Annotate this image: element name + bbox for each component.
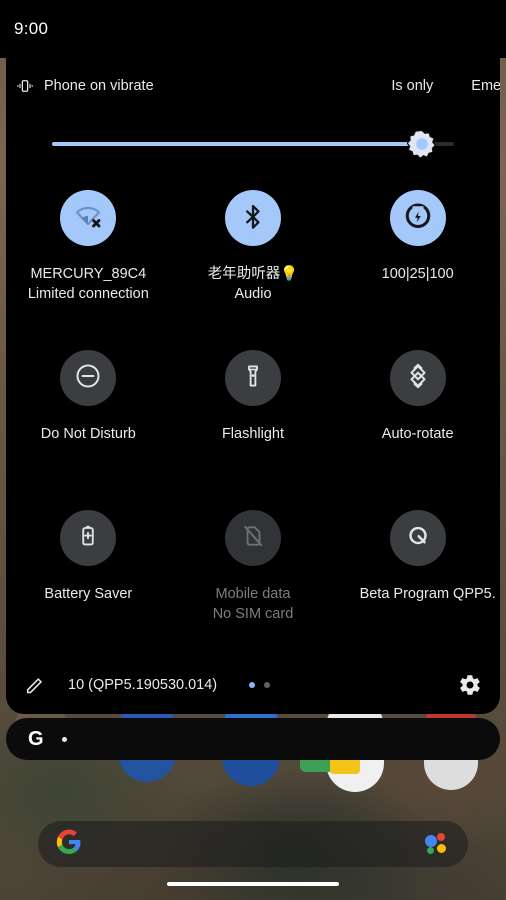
brightness-row bbox=[6, 114, 500, 174]
tile-beta-program-circle bbox=[389, 510, 446, 566]
search-pill[interactable]: G bbox=[6, 718, 500, 760]
vibrate-icon bbox=[16, 77, 34, 95]
assistant-dot-blue bbox=[425, 835, 437, 847]
tile-do-not-disturb-circle bbox=[60, 350, 117, 406]
tile-wifi[interactable]: MERCURY_89C4 Limited connection bbox=[6, 184, 171, 344]
assistant-dot-green bbox=[427, 847, 434, 854]
tile-flashlight-circle bbox=[224, 350, 281, 406]
ringer-status[interactable]: Phone on vibrate bbox=[16, 77, 154, 95]
build-version-label: 10 (QPP5.190530.014) bbox=[68, 677, 218, 693]
gear-icon[interactable] bbox=[458, 673, 482, 697]
search-caret-dot bbox=[61, 736, 67, 742]
beta-q-icon bbox=[404, 522, 432, 555]
status-bar: 9:00 bbox=[0, 0, 506, 58]
tile-beta-program[interactable]: Beta Program QPP5. bbox=[335, 504, 500, 664]
carrier-label-1: Is only bbox=[391, 78, 434, 94]
sim-card-off-icon bbox=[240, 523, 266, 554]
tile-battery-saver[interactable]: Battery Saver bbox=[6, 504, 171, 664]
tile-mobile-data-circle bbox=[224, 510, 281, 566]
tile-beta-program-label: Beta Program QPP5. bbox=[359, 586, 496, 602]
bluetooth-icon bbox=[240, 203, 266, 234]
tile-bluetooth[interactable]: 老年助听器💡 Audio bbox=[171, 184, 336, 344]
ringer-status-label: Phone on vibrate bbox=[44, 78, 154, 94]
page-dot-1[interactable] bbox=[249, 682, 256, 688]
page-indicator bbox=[249, 682, 271, 688]
quick-settings-header: Phone on vibrate Is only Emerg bbox=[6, 58, 500, 114]
tile-bluetooth-sublabel: Audio bbox=[234, 286, 272, 302]
google-search-widget[interactable] bbox=[38, 821, 468, 867]
tile-wifi-label: MERCURY_89C4 bbox=[30, 266, 147, 282]
brightness-sun-icon[interactable] bbox=[406, 129, 437, 160]
tile-do-not-disturb[interactable]: Do Not Disturb bbox=[6, 344, 171, 504]
quick-settings-tile-grid: MERCURY_89C4 Limited connection 老年助听器💡 A… bbox=[6, 174, 500, 664]
battery-share-icon bbox=[403, 201, 433, 236]
wifi-off-icon bbox=[73, 201, 103, 236]
tile-mobile-data-label: Mobile data bbox=[215, 586, 291, 602]
google-g-color-icon bbox=[56, 829, 82, 860]
tile-battery-share-label: 100|25|100 bbox=[381, 266, 454, 282]
quick-settings-panel: Phone on vibrate Is only Emerg bbox=[6, 58, 500, 714]
tile-auto-rotate-circle bbox=[389, 350, 446, 406]
google-g-monochrome-icon: G bbox=[28, 728, 44, 750]
quick-settings-footer: 10 (QPP5.190530.014) bbox=[6, 656, 500, 714]
brightness-slider-fill bbox=[52, 142, 422, 146]
tile-battery-share[interactable]: 100|25|100 bbox=[335, 184, 500, 344]
page-dot-2[interactable] bbox=[264, 682, 271, 688]
tile-flashlight-label: Flashlight bbox=[221, 426, 285, 442]
tile-mobile-data-sublabel: No SIM card bbox=[212, 606, 294, 622]
brightness-slider[interactable] bbox=[52, 129, 454, 160]
tile-battery-saver-label: Battery Saver bbox=[44, 586, 133, 602]
tile-bluetooth-label: 老年助听器💡 bbox=[207, 266, 299, 282]
tile-wifi-circle bbox=[60, 190, 117, 246]
tile-wifi-sublabel: Limited connection bbox=[27, 286, 149, 302]
tile-battery-share-circle bbox=[389, 190, 446, 246]
do-not-disturb-icon bbox=[74, 362, 102, 395]
tile-bluetooth-circle bbox=[224, 190, 281, 246]
flashlight-icon bbox=[240, 363, 266, 394]
tile-do-not-disturb-label: Do Not Disturb bbox=[40, 426, 136, 442]
tile-flashlight[interactable]: Flashlight bbox=[171, 344, 336, 504]
tile-mobile-data[interactable]: Mobile data No SIM card bbox=[171, 504, 336, 664]
assistant-dot-yellow bbox=[437, 844, 446, 853]
home-indicator[interactable] bbox=[167, 882, 339, 886]
status-bar-clock: 9:00 bbox=[14, 19, 49, 38]
carrier-labels: Is only Emerg bbox=[391, 58, 500, 114]
assistant-dot-red bbox=[437, 833, 445, 841]
tile-auto-rotate[interactable]: Auto-rotate bbox=[335, 344, 500, 504]
carrier-label-2: Emerg bbox=[471, 78, 500, 94]
tile-battery-saver-circle bbox=[60, 510, 117, 566]
pencil-edit-icon[interactable] bbox=[24, 674, 46, 696]
auto-rotate-icon bbox=[404, 362, 432, 395]
battery-saver-icon bbox=[75, 523, 101, 554]
google-assistant-icon[interactable] bbox=[424, 831, 450, 857]
tile-auto-rotate-label: Auto-rotate bbox=[381, 426, 454, 442]
